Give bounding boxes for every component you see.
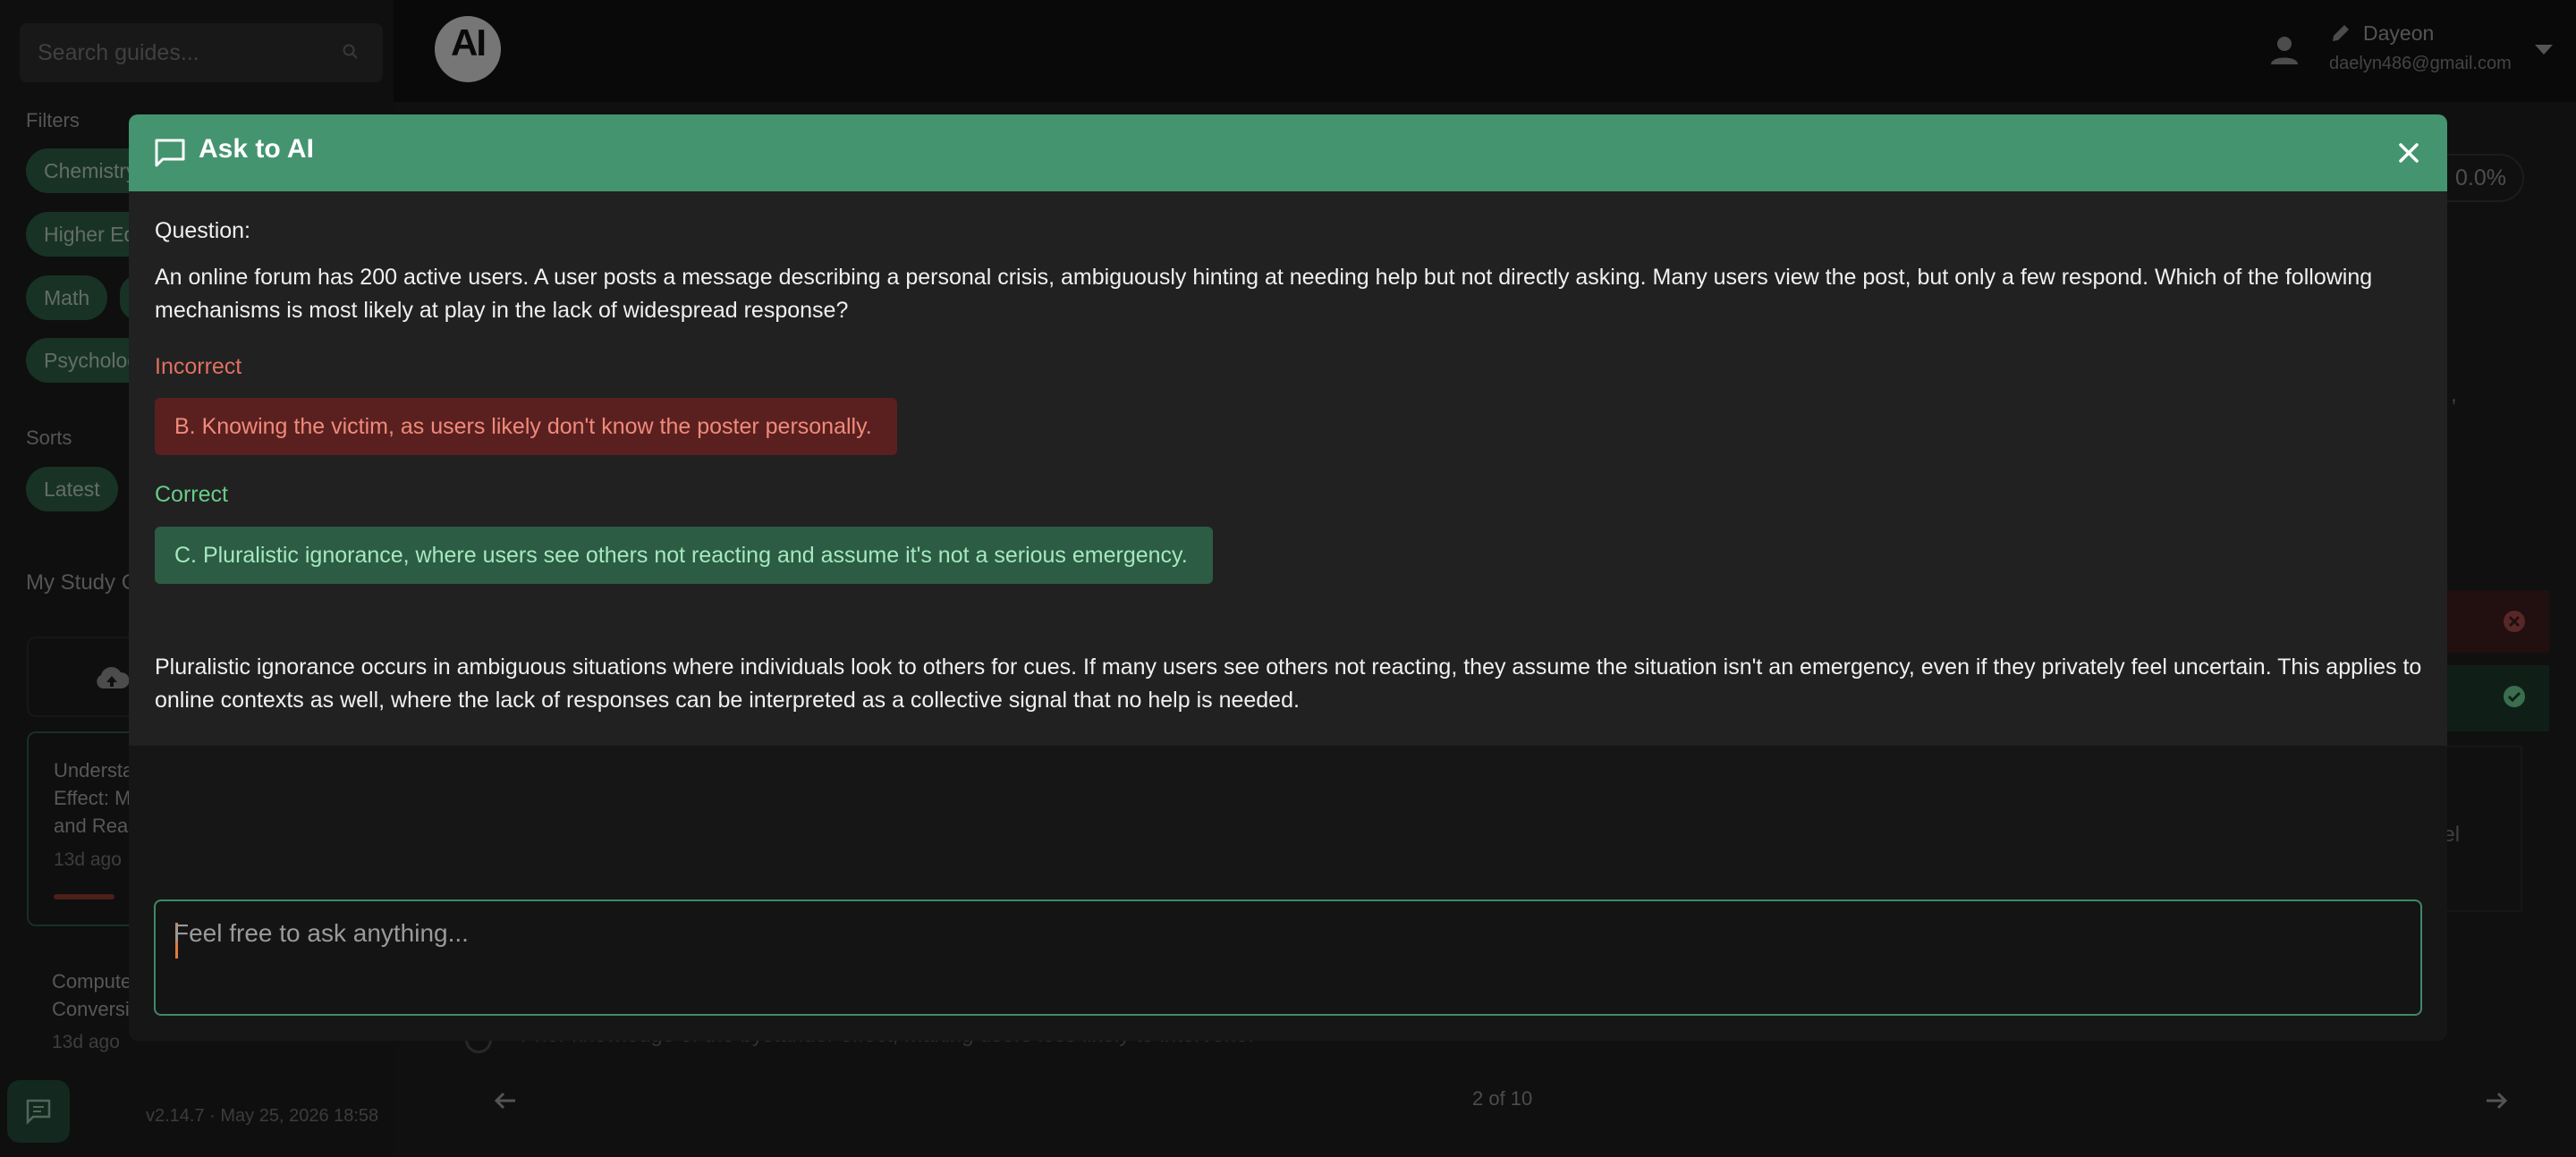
modal-header: Ask to AI <box>129 114 2447 191</box>
modal-title: Ask to AI <box>199 134 314 164</box>
ask-ai-modal: Ask to AI Question: An online forum has … <box>129 114 2447 1041</box>
message-square-icon <box>155 139 185 167</box>
explanation-text: Pluralistic ignorance occurs in ambiguou… <box>155 655 2422 713</box>
incorrect-label: Incorrect <box>155 354 242 379</box>
ask-input-box[interactable] <box>154 899 2422 1016</box>
correct-label: Correct <box>155 482 228 507</box>
question-text: An online forum has 200 active users. A … <box>155 265 2373 323</box>
close-icon[interactable] <box>2392 136 2426 170</box>
correct-answer: C. Pluralistic ignorance, where users se… <box>155 527 1213 584</box>
incorrect-answer: B. Knowing the victim, as users likely d… <box>155 398 897 455</box>
modal-body: Question: An online forum has 200 active… <box>129 191 2447 746</box>
ask-input[interactable] <box>174 919 2401 1000</box>
question-label: Question: <box>155 218 251 243</box>
